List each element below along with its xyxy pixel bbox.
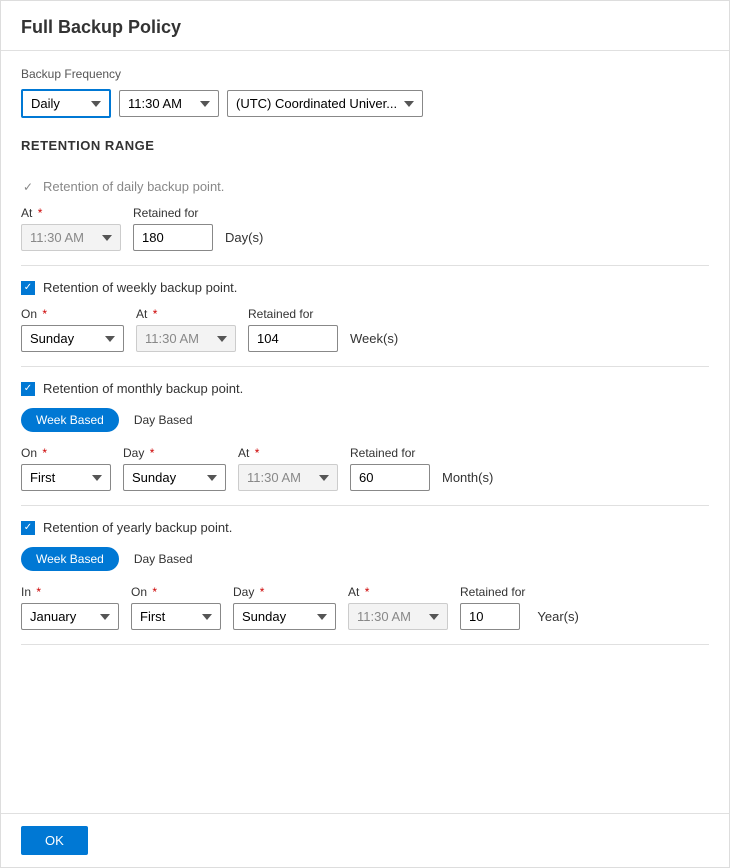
yearly-on-group: On * First Second Third Fourth Last (131, 585, 221, 630)
yearly-day-based-btn[interactable]: Day Based (119, 547, 208, 571)
monthly-toggle-group: Week Based Day Based (21, 408, 709, 432)
yearly-week-based-btn[interactable]: Week Based (21, 547, 119, 571)
daily-field-row: At * 11:30 AM Retained for Day(s) (21, 206, 709, 251)
monthly-at-select[interactable]: 11:30 AM (238, 464, 338, 491)
monthly-at-group: At * 11:30 AM (238, 446, 338, 491)
yearly-at-required: * (365, 585, 370, 599)
time-select[interactable]: 11:30 AM 12:00 AM (119, 90, 219, 117)
yearly-on-select[interactable]: First Second Third Fourth Last (131, 603, 221, 630)
yearly-in-required: * (36, 585, 41, 599)
yearly-retention-section: Retention of yearly backup point. Week B… (21, 506, 709, 645)
daily-at-group: At * 11:30 AM (21, 206, 121, 251)
weekly-at-select[interactable]: 11:30 AM (136, 325, 236, 352)
daily-at-label: At * (21, 206, 121, 220)
daily-retention-header: Retention of daily backup point. (21, 179, 709, 194)
yearly-in-group: In * January February March April May Ju… (21, 585, 119, 630)
monthly-at-label: At * (238, 446, 338, 460)
daily-retained-label: Retained for (133, 206, 213, 220)
weekly-on-group: On * Sunday Monday Tuesday Wednesday Thu… (21, 307, 124, 352)
monthly-retention-header: Retention of monthly backup point. (21, 381, 709, 396)
daily-retained-input[interactable] (133, 224, 213, 251)
yearly-toggle-group: Week Based Day Based (21, 547, 709, 571)
monthly-retained-input[interactable] (350, 464, 430, 491)
monthly-unit: Month(s) (442, 470, 493, 491)
weekly-retained-input[interactable] (248, 325, 338, 352)
yearly-on-label: On * (131, 585, 221, 599)
weekly-checkbox[interactable] (21, 281, 35, 295)
yearly-in-select[interactable]: January February March April May June Ju… (21, 603, 119, 630)
yearly-on-required: * (152, 585, 157, 599)
weekly-retained-group: Retained for (248, 307, 338, 352)
monthly-retained-label: Retained for (350, 446, 430, 460)
yearly-retention-title: Retention of yearly backup point. (43, 520, 232, 535)
daily-retention-section: Retention of daily backup point. At * 11… (21, 165, 709, 266)
timezone-select[interactable]: (UTC) Coordinated Univer... (227, 90, 423, 117)
yearly-in-label: In * (21, 585, 119, 599)
yearly-field-row: In * January February March April May Ju… (21, 585, 709, 630)
weekly-retained-label: Retained for (248, 307, 338, 321)
monthly-retained-group: Retained for (350, 446, 430, 491)
weekly-retention-header: Retention of weekly backup point. (21, 280, 709, 295)
weekly-on-label: On * (21, 307, 124, 321)
monthly-at-required: * (255, 446, 260, 460)
weekly-unit: Week(s) (350, 331, 398, 352)
monthly-day-based-btn[interactable]: Day Based (119, 408, 208, 432)
monthly-day-group: Day * Sunday Monday Tuesday Wednesday Th… (123, 446, 226, 491)
daily-at-select[interactable]: 11:30 AM (21, 224, 121, 251)
weekly-on-select[interactable]: Sunday Monday Tuesday Wednesday Thursday… (21, 325, 124, 352)
page-container: Full Backup Policy Backup Frequency Dail… (0, 0, 730, 868)
monthly-on-required: * (42, 446, 47, 460)
weekly-on-required: * (42, 307, 47, 321)
yearly-retained-group: Retained for (460, 585, 525, 630)
daily-retained-group: Retained for (133, 206, 213, 251)
monthly-on-label: On * (21, 446, 111, 460)
weekly-retention-title: Retention of weekly backup point. (43, 280, 237, 295)
yearly-unit: Year(s) (537, 609, 578, 630)
yearly-day-label: Day * (233, 585, 336, 599)
monthly-field-row: On * First Second Third Fourth Last Day … (21, 446, 709, 491)
yearly-retention-header: Retention of yearly backup point. (21, 520, 709, 535)
weekly-retention-section: Retention of weekly backup point. On * S… (21, 266, 709, 367)
monthly-week-based-btn[interactable]: Week Based (21, 408, 119, 432)
retention-range-label: RETENTION RANGE (21, 138, 709, 153)
yearly-at-group: At * 11:30 AM (348, 585, 448, 630)
yearly-day-required: * (260, 585, 265, 599)
daily-checkbox[interactable] (21, 180, 35, 194)
daily-retention-title: Retention of daily backup point. (43, 179, 224, 194)
page-title: Full Backup Policy (1, 1, 729, 51)
yearly-at-select[interactable]: 11:30 AM (348, 603, 448, 630)
yearly-retained-label: Retained for (460, 585, 525, 599)
frequency-row: Daily Weekly Monthly 11:30 AM 12:00 AM (… (21, 89, 709, 118)
yearly-checkbox[interactable] (21, 521, 35, 535)
monthly-day-select[interactable]: Sunday Monday Tuesday Wednesday Thursday… (123, 464, 226, 491)
backup-frequency-label: Backup Frequency (21, 67, 709, 81)
monthly-on-select[interactable]: First Second Third Fourth Last (21, 464, 111, 491)
yearly-day-select[interactable]: Sunday Monday Tuesday Wednesday Thursday… (233, 603, 336, 630)
monthly-on-group: On * First Second Third Fourth Last (21, 446, 111, 491)
daily-at-required: * (38, 206, 43, 220)
yearly-at-label: At * (348, 585, 448, 599)
yearly-day-group: Day * Sunday Monday Tuesday Wednesday Th… (233, 585, 336, 630)
monthly-checkbox[interactable] (21, 382, 35, 396)
daily-unit: Day(s) (225, 230, 263, 251)
frequency-select[interactable]: Daily Weekly Monthly (21, 89, 111, 118)
weekly-at-label: At * (136, 307, 236, 321)
content-area: Backup Frequency Daily Weekly Monthly 11… (1, 51, 729, 813)
monthly-retention-section: Retention of monthly backup point. Week … (21, 367, 709, 506)
footer: OK (1, 813, 729, 867)
monthly-day-required: * (150, 446, 155, 460)
weekly-field-row: On * Sunday Monday Tuesday Wednesday Thu… (21, 307, 709, 352)
ok-button[interactable]: OK (21, 826, 88, 855)
monthly-retention-title: Retention of monthly backup point. (43, 381, 243, 396)
weekly-at-group: At * 11:30 AM (136, 307, 236, 352)
weekly-at-required: * (153, 307, 158, 321)
monthly-day-label: Day * (123, 446, 226, 460)
yearly-retained-input[interactable] (460, 603, 520, 630)
